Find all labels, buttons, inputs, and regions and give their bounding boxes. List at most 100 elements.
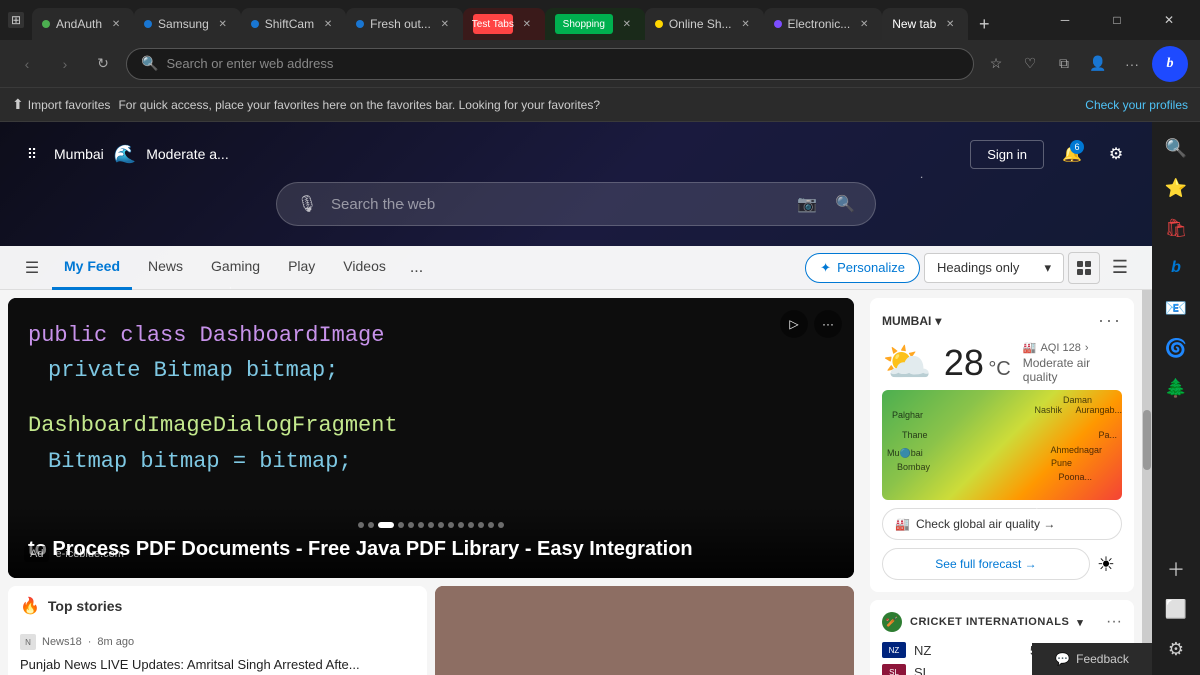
profile-icon[interactable]: 👤 (1084, 50, 1112, 78)
map-label-daman: Daman (1063, 395, 1092, 405)
tab-freshout[interactable]: Fresh out... ✕ (346, 8, 463, 40)
new-tab-button[interactable]: + (968, 8, 1000, 40)
feed-tab-videos[interactable]: Videos (331, 246, 398, 290)
back-button[interactable]: ‹ (12, 49, 42, 79)
scrollbar-track[interactable] (1142, 290, 1152, 675)
hero-more-button[interactable]: ··· (814, 310, 842, 338)
search-box[interactable]: 🎙 📷 🔍 (276, 182, 876, 226)
tab-label: ShiftCam (265, 17, 314, 31)
collections-icon[interactable]: ⧉ (1050, 50, 1078, 78)
voice-search-icon[interactable]: 🎙 (293, 190, 321, 218)
sign-in-button[interactable]: Sign in (970, 140, 1044, 169)
hero-article-card[interactable]: public class DashboardImage private Bitm… (8, 298, 854, 578)
feed-tab-gaming[interactable]: Gaming (199, 246, 272, 290)
nt-settings-button[interactable]: ⚙ (1100, 138, 1132, 170)
tab-close-shiftcam[interactable]: ✕ (320, 16, 336, 32)
address-bar: ‹ › ↻ 🔍 Search or enter web address ☆ ♡ … (0, 40, 1200, 88)
grid-view-toggle[interactable] (1068, 252, 1100, 284)
carousel-dot[interactable] (418, 522, 424, 528)
tab-samsung[interactable]: Samsung ✕ (134, 8, 241, 40)
ad-source: e-iceblue.com (55, 548, 123, 560)
story-card-image[interactable] (435, 586, 854, 675)
sidebar-expand-button[interactable]: ⬜ (1158, 591, 1194, 627)
tab-testtabs[interactable]: Test Tabs ✕ (463, 8, 545, 40)
check-profiles-link[interactable]: Check your profiles (1085, 98, 1188, 112)
carousel-dot[interactable] (498, 522, 504, 528)
carousel-dot[interactable] (398, 522, 404, 528)
sidebar-search-button[interactable]: 🔍 (1158, 130, 1194, 166)
carousel-dot[interactable] (408, 522, 414, 528)
carousel-dot-active[interactable] (378, 522, 394, 528)
forward-button[interactable]: › (50, 49, 80, 79)
sidebar-outlook-button[interactable]: 📧 (1158, 290, 1194, 326)
weather-map[interactable]: Daman Palghar Nashik Aurangab... Thane P… (882, 390, 1122, 500)
tab-close-onlinesh[interactable]: ✕ (738, 16, 754, 32)
feed-more-button[interactable]: ... (402, 246, 431, 290)
feed-tab-news[interactable]: News (136, 246, 195, 290)
carousel-dot[interactable] (358, 522, 364, 528)
feed-tab-play[interactable]: Play (276, 246, 327, 290)
carousel-dot[interactable] (458, 522, 464, 528)
tab-testtabs-badge: Test Tabs (473, 14, 513, 34)
tab-close-andauth[interactable]: ✕ (108, 16, 124, 32)
tab-close-electronic[interactable]: ✕ (856, 16, 872, 32)
personalize-button[interactable]: ✦ Personalize (805, 253, 920, 283)
scrollbar-thumb[interactable] (1143, 410, 1151, 470)
favorites-icon[interactable]: ☆ (982, 50, 1010, 78)
sidebar-bag-button[interactable]: 🛍 (1158, 210, 1194, 246)
app-icon-button[interactable]: ⊞ (8, 12, 24, 28)
tab-close-freshout[interactable]: ✕ (437, 16, 453, 32)
refresh-button[interactable]: ↻ (88, 49, 118, 79)
settings-dots-icon[interactable]: ··· (1118, 50, 1146, 78)
sidebar-add-button[interactable]: ＋ (1158, 551, 1194, 587)
tab-andauth[interactable]: AndAuth ✕ (32, 8, 134, 40)
tab-indicator (774, 20, 782, 28)
carousel-dot[interactable] (488, 522, 494, 528)
feed-options-button[interactable]: ☰ (1104, 252, 1136, 284)
feed-tab-myfeed[interactable]: My Feed (52, 246, 132, 290)
tab-label: Online Sh... (669, 17, 732, 31)
reading-list-icon[interactable]: ♡ (1016, 50, 1044, 78)
maximize-button[interactable]: □ (1094, 4, 1140, 36)
sidebar-bottom-settings-button[interactable]: ⚙ (1158, 631, 1194, 667)
hero-play-button[interactable]: ▷ (780, 310, 808, 338)
close-button[interactable]: ✕ (1146, 4, 1192, 36)
headings-only-label: Headings only (937, 260, 1019, 275)
chevron-down-icon: ▾ (1044, 260, 1051, 276)
sidebar-collections-button[interactable]: 🌲 (1158, 370, 1194, 406)
tab-close-testtabs[interactable]: ✕ (519, 16, 535, 32)
carousel-dot[interactable] (438, 522, 444, 528)
tab-electronic[interactable]: Electronic... ✕ (764, 8, 883, 40)
search-input[interactable] (331, 196, 783, 213)
nt-logo: ⠿ Mumbai 🌊 Moderate a... (20, 142, 229, 166)
feed-menu-button[interactable]: ☰ (16, 252, 48, 284)
tab-newtab[interactable]: New tab ✕ (882, 8, 968, 40)
notifications-button[interactable]: 🔔 6 (1056, 138, 1088, 170)
headings-only-select[interactable]: Headings only ▾ (924, 253, 1064, 283)
carousel-dot[interactable] (368, 522, 374, 528)
carousel-dot[interactable] (428, 522, 434, 528)
personalize-label: Personalize (837, 260, 905, 275)
import-favorites-button[interactable]: ⬆ Import favorites (12, 96, 110, 113)
carousel-dot[interactable] (468, 522, 474, 528)
minimize-button[interactable]: ─ (1042, 4, 1088, 36)
bing-button[interactable]: b (1152, 46, 1188, 82)
carousel-dot[interactable] (448, 522, 454, 528)
tab-onlinesh[interactable]: Online Sh... ✕ (645, 8, 764, 40)
sidebar-bing-button[interactable]: b (1158, 250, 1194, 286)
tab-close-shopping[interactable]: ✕ (619, 16, 635, 32)
address-input[interactable]: 🔍 Search or enter web address (126, 48, 974, 80)
tab-shiftcam[interactable]: ShiftCam ✕ (241, 8, 346, 40)
sidebar-favorites-button[interactable]: ⭐ (1158, 170, 1194, 206)
tab-close-samsung[interactable]: ✕ (215, 16, 231, 32)
visual-search-icon[interactable]: 📷 (793, 190, 821, 218)
feedback-bar[interactable]: 💬 Feedback (1032, 643, 1152, 675)
tab-label: Fresh out... (370, 17, 431, 31)
search-submit-icon[interactable]: 🔍 (831, 190, 859, 218)
carousel-dot[interactable] (478, 522, 484, 528)
apps-grid-icon[interactable]: ⠿ (20, 142, 44, 166)
import-icon: ⬆ (12, 96, 24, 113)
tab-shopping[interactable]: Shopping ✕ (545, 8, 645, 40)
tab-close-newtab[interactable]: ✕ (942, 16, 958, 32)
sidebar-edge-button[interactable]: 🌀 (1158, 330, 1194, 366)
